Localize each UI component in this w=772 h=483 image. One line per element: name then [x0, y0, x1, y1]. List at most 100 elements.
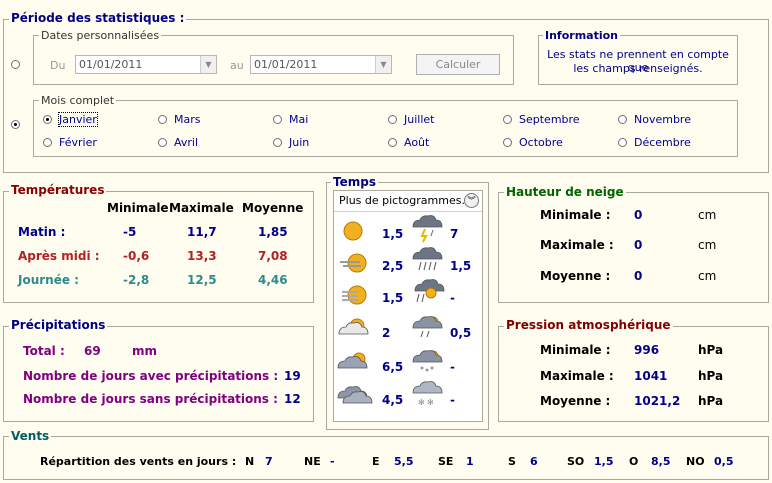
neige-row-label: Minimale :: [540, 208, 611, 222]
month-label-juillet[interactable]: Juillet: [404, 113, 434, 126]
temps-right-value: 1,5: [450, 259, 472, 273]
month-label-janvier[interactable]: Janvier: [58, 112, 98, 127]
radio-month-avril[interactable]: [158, 138, 167, 147]
temp-min-value: -0,6: [123, 249, 150, 263]
temps-left-value: 6,5: [382, 360, 404, 374]
calculer-button[interactable]: Calculer: [416, 54, 500, 75]
pression-row-value: 996: [634, 343, 660, 357]
radio-month-novembre[interactable]: [618, 115, 627, 124]
neige-row-value: 0: [634, 269, 643, 283]
sun-icon-svg: [343, 221, 363, 241]
pression-row-value: 1021,2: [634, 394, 681, 408]
hail-cloud-icon: [411, 350, 443, 378]
partly-cloudy-icon-svg: [338, 318, 369, 335]
neige-row-unit: cm: [698, 238, 717, 252]
month-label-mai[interactable]: Mai: [289, 113, 308, 126]
dates-title: Dates personnalisées: [39, 29, 162, 42]
date-au-combo[interactable]: 01/01/2011 ▼: [250, 55, 392, 74]
pictogrammes-dropdown[interactable]: Plus de pictogrammes... ︾: [334, 191, 482, 212]
radio-month-mars[interactable]: [158, 115, 167, 124]
vent-direction-se: SE: [438, 455, 454, 468]
storm-rain-icon-svg: [414, 279, 445, 303]
snow-cloud-icon-svg: ✻ ✻: [412, 381, 443, 407]
precip-avec-value: 19: [284, 369, 301, 383]
col-maximale: Maximale: [169, 201, 234, 215]
svg-text:✻: ✻: [427, 398, 434, 407]
sun-haze-icon-svg: [342, 285, 367, 305]
temp-min-value: -2,8: [123, 273, 150, 287]
month-label-novembre[interactable]: Novembre: [634, 113, 691, 126]
temp-max-value: 12,5: [187, 273, 217, 287]
date-du-value: 01/01/2011: [79, 58, 143, 71]
neige-row-value: 0: [634, 238, 643, 252]
neige-row-label: Maximale :: [540, 238, 614, 252]
vent-value-se: 1: [466, 455, 474, 468]
chevron-double-down-icon[interactable]: ︾: [464, 193, 479, 208]
radio-month-decembre[interactable]: [618, 138, 627, 147]
radio-month-aout[interactable]: [388, 138, 397, 147]
temps-title: Temps: [331, 175, 378, 189]
temps-right-value: -: [450, 393, 455, 407]
radio-month-octobre[interactable]: [503, 138, 512, 147]
temp-moy-value: 7,08: [258, 249, 288, 263]
pictogrammes-label: Plus de pictogrammes...: [339, 194, 472, 207]
radio-month-fevrier[interactable]: [43, 138, 52, 147]
mostly-cloudy-icon: [337, 352, 373, 378]
vent-value-n: 7: [265, 455, 273, 468]
sun-fog-icon: [337, 251, 373, 277]
pression-row-label: Moyenne :: [540, 394, 611, 408]
radio-mois-complet[interactable]: [11, 120, 20, 129]
month-label-decembre[interactable]: Décembre: [634, 136, 691, 149]
vent-direction-s: S: [508, 455, 516, 468]
temp-moy-value: 4,46: [258, 273, 288, 287]
chevron-down-icon[interactable]: ▼: [200, 56, 216, 73]
au-label: au: [230, 59, 244, 72]
sun-fog-icon-svg: [340, 253, 367, 273]
cloudy-icon: [337, 385, 373, 411]
radio-month-mai[interactable]: [273, 115, 282, 124]
pression-row-unit: hPa: [698, 369, 724, 383]
precip-avec-label: Nombre de jours avec précipitations :: [23, 369, 279, 383]
sun-icon: [337, 219, 373, 245]
month-label-octobre[interactable]: Octobre: [519, 136, 563, 149]
month-label-septembre[interactable]: Septembre: [519, 113, 580, 126]
radio-month-septembre[interactable]: [503, 115, 512, 124]
mois-title: Mois complet: [39, 94, 117, 107]
temps-left-value: 1,5: [382, 227, 404, 241]
snow-cloud-icon: ✻ ✻: [411, 381, 443, 411]
temp-moy-value: 1,85: [258, 225, 288, 239]
vents-title: Vents: [9, 429, 52, 443]
month-label-fevrier[interactable]: Février: [59, 136, 97, 149]
radio-month-juillet[interactable]: [388, 115, 397, 124]
date-du-combo[interactable]: 01/01/2011 ▼: [75, 55, 217, 74]
radio-dates-personnalisees[interactable]: [11, 60, 20, 69]
vent-direction-e: E: [372, 455, 380, 468]
radio-month-juin[interactable]: [273, 138, 282, 147]
temps-left-value: 4,5: [382, 393, 404, 407]
radio-month-janvier[interactable]: [43, 115, 52, 124]
neige-title: Hauteur de neige: [504, 185, 626, 199]
month-label-mars[interactable]: Mars: [174, 113, 201, 126]
chevron-down-icon[interactable]: ▼: [375, 56, 391, 73]
temps-left-value: 2: [382, 326, 391, 340]
vent-direction-no: NO: [686, 455, 705, 468]
cloudy-icon-svg: [337, 386, 373, 404]
temps-right-value: 0,5: [450, 326, 472, 340]
col-moyenne: Moyenne: [242, 201, 304, 215]
vent-direction-n: N: [245, 455, 255, 468]
precip-title: Précipitations: [9, 318, 108, 332]
temps-left-value: 1,5: [382, 291, 404, 305]
rain-cloud-icon-svg: [412, 247, 443, 271]
temp-row-label: Journée :: [18, 273, 79, 287]
month-label-juin[interactable]: Juin: [289, 136, 309, 149]
pression-row-unit: hPa: [698, 343, 724, 357]
du-label: Du: [50, 59, 66, 72]
month-label-avril[interactable]: Avril: [174, 136, 198, 149]
hail-cloud-icon-svg: [412, 350, 443, 372]
temp-min-value: -5: [123, 225, 137, 239]
precip-sans-value: 12: [284, 392, 301, 406]
month-label-aout[interactable]: Août: [404, 136, 429, 149]
precip-total-unit: mm: [132, 344, 158, 358]
periode-title: Période des statistiques :: [9, 11, 187, 25]
neige-row-value: 0: [634, 208, 643, 222]
